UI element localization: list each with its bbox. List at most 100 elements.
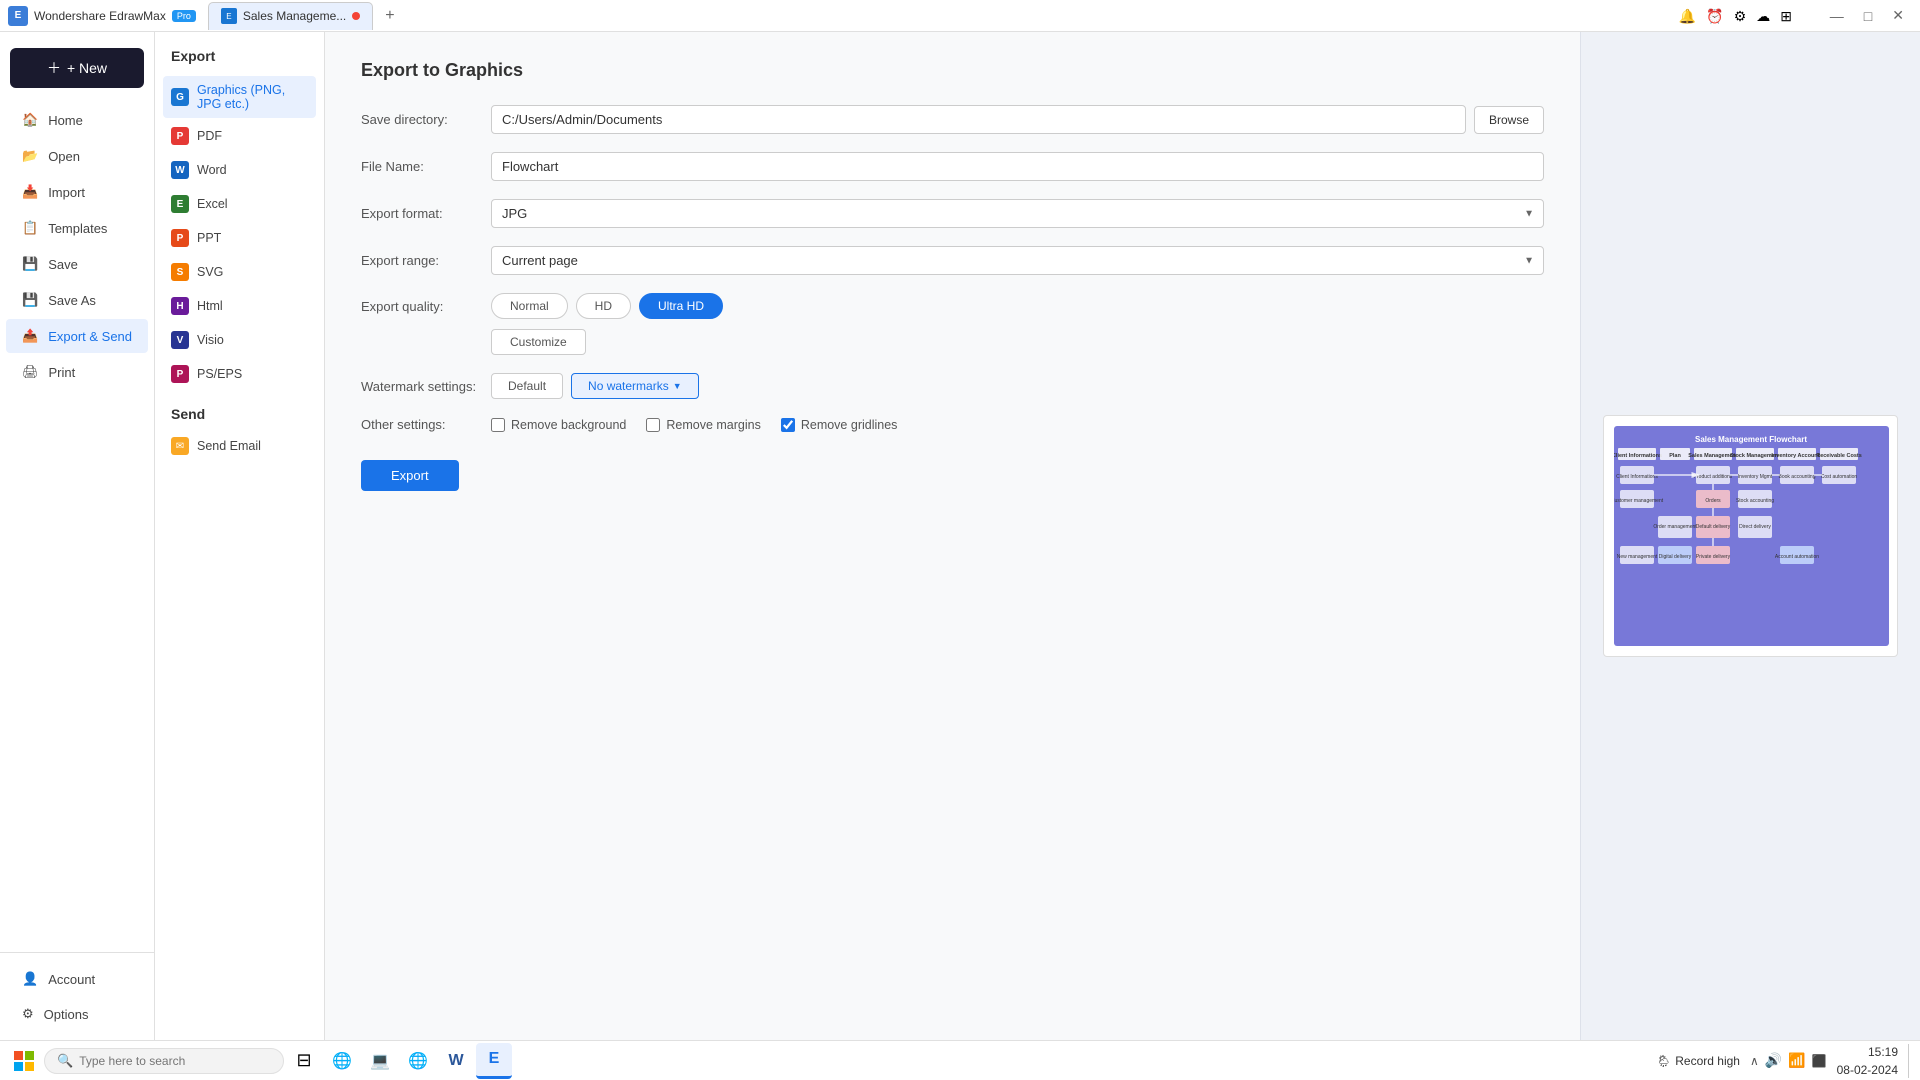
tab-dot [352, 12, 360, 20]
tray-icons: ∧ 🔊 📶 ⬛ [1750, 1052, 1827, 1069]
pro-badge: Pro [172, 10, 196, 22]
speaker-icon[interactable]: 🔊 [1765, 1052, 1782, 1069]
quality-hd-button[interactable]: HD [576, 293, 631, 319]
taskview-button[interactable]: ⊟ [286, 1043, 322, 1079]
taskbar-search[interactable]: 🔍 [44, 1048, 284, 1074]
new-button[interactable]: ＋ + New [10, 48, 144, 88]
export-format-label: Export format: [361, 206, 491, 221]
svg-text:Account automation: Account automation [1775, 554, 1819, 560]
remove-gridlines-checkbox[interactable]: Remove gridlines [781, 418, 898, 432]
export-submit-button[interactable]: Export [361, 460, 459, 491]
svg-text:Inventory Accounts: Inventory Accounts [1771, 453, 1822, 459]
export-option-visio[interactable]: V Visio [163, 324, 316, 356]
send-option-email[interactable]: ✉ Send Email [163, 430, 316, 462]
search-icon: 🔍 [57, 1053, 73, 1069]
watermark-none-button[interactable]: No watermarks ▼ [571, 373, 699, 399]
new-tab-button[interactable]: + [377, 5, 402, 27]
weather-icon: 🌦 [1656, 1054, 1671, 1068]
cloud-icon[interactable]: ☁ [1756, 8, 1770, 25]
pdf-icon: P [171, 127, 189, 145]
print-icon: 🖨 [22, 364, 39, 380]
other-settings-label: Other settings: [361, 417, 491, 432]
sidebar-item-options[interactable]: ⚙ Options [6, 997, 148, 1031]
start-button[interactable] [6, 1043, 42, 1079]
open-icon: 📂 [22, 148, 38, 164]
quality-ultrahd-button[interactable]: Ultra HD [639, 293, 723, 319]
sidebar-item-templates[interactable]: 📋 Templates [6, 211, 148, 245]
sidebar-item-save-as[interactable]: 💾 Save As [6, 283, 148, 317]
top-tray: 🔔 ⏰ ⚙ ☁ ⊞ [1671, 0, 1800, 32]
explorer-button[interactable]: 💻 [362, 1043, 398, 1079]
export-option-html[interactable]: H Html [163, 290, 316, 322]
export-format-select[interactable]: JPG PNG BMP GIF TIFF [491, 199, 1544, 228]
graphics-icon: G [171, 88, 189, 106]
chrome-button[interactable]: 🌐 [400, 1043, 436, 1079]
svg-text:Private delivery: Private delivery [1696, 554, 1731, 560]
export-option-excel[interactable]: E Excel [163, 188, 316, 220]
save-directory-input[interactable] [491, 105, 1466, 134]
edrawmax-taskbar-button[interactable]: E [476, 1043, 512, 1079]
remove-margins-checkbox[interactable]: Remove margins [646, 418, 760, 432]
export-option-svg[interactable]: S SVG [163, 256, 316, 288]
file-name-input[interactable] [491, 152, 1544, 181]
sidebar-item-home[interactable]: 🏠 Home [6, 103, 148, 137]
export-quality-label: Export quality: [361, 293, 491, 314]
weather-widget[interactable]: 🌦 Record high [1656, 1054, 1740, 1068]
sidebar-item-import[interactable]: 📥 Import [6, 175, 148, 209]
export-range-select[interactable]: Current page All pages Selected pages [491, 246, 1544, 275]
save-directory-label: Save directory: [361, 112, 491, 127]
sidebar-item-account[interactable]: 👤 Account [6, 962, 148, 996]
customize-button[interactable]: Customize [491, 329, 586, 355]
export-section-title: Export [163, 48, 316, 64]
svg-text:Cost automation: Cost automation [1821, 474, 1858, 480]
record-high-label: Record high [1675, 1054, 1740, 1068]
save-directory-row: Save directory: Browse [361, 105, 1544, 134]
sidebar-item-save[interactable]: 💾 Save [6, 247, 148, 281]
window-controls: — □ ✕ [1822, 5, 1912, 26]
maximize-button[interactable]: □ [1856, 5, 1880, 26]
watermark-default-button[interactable]: Default [491, 373, 563, 399]
minimize-button[interactable]: — [1822, 5, 1852, 26]
battery-icon[interactable]: ⬛ [1812, 1054, 1827, 1068]
tray-up-arrow[interactable]: ∧ [1750, 1054, 1759, 1068]
svg-text:Orders: Orders [1705, 498, 1721, 504]
svg-text:Receivable Costs: Receivable Costs [1816, 453, 1862, 459]
app-logo: E Wondershare EdrawMax Pro [8, 6, 196, 26]
svg-text:Product additions: Product additions [1694, 474, 1733, 480]
templates-icon: 📋 [22, 220, 38, 236]
export-option-graphics[interactable]: G Graphics (PNG, JPG etc.) [163, 76, 316, 118]
sidebar-item-open[interactable]: 📂 Open [6, 139, 148, 173]
taskbar: 🔍 ⊟ 🌐 💻 🌐 W E 🌦 Record high ∧ 🔊 📶 ⬛ 15:1… [0, 1040, 1920, 1080]
watermark-label: Watermark settings: [361, 379, 491, 394]
quality-normal-button[interactable]: Normal [491, 293, 568, 319]
email-icon: ✉ [171, 437, 189, 455]
settings-icon[interactable]: ⚙ [1734, 8, 1747, 25]
sidebar-item-print[interactable]: 🖨 Print [6, 355, 148, 389]
grid-icon[interactable]: ⊞ [1780, 8, 1792, 25]
svg-text:Client Informations: Client Informations [1614, 453, 1662, 459]
export-option-pseps[interactable]: P PS/EPS [163, 358, 316, 390]
excel-icon: E [171, 195, 189, 213]
bell-icon[interactable]: 🔔 [1679, 8, 1696, 25]
word-taskbar-button[interactable]: W [438, 1043, 474, 1079]
taskbar-right: 🌦 Record high ∧ 🔊 📶 ⬛ 15:19 08-02-2024 [1656, 1043, 1914, 1079]
remove-background-checkbox[interactable]: Remove background [491, 418, 626, 432]
clock[interactable]: 15:19 08-02-2024 [1837, 1043, 1898, 1079]
other-settings-row: Other settings: Remove background Remove… [361, 417, 1544, 432]
show-desktop-button[interactable] [1908, 1044, 1914, 1078]
network-icon[interactable]: 📶 [1788, 1052, 1805, 1069]
browse-button[interactable]: Browse [1474, 106, 1544, 134]
svg-text:Order management: Order management [1653, 524, 1697, 530]
export-option-word[interactable]: W Word [163, 154, 316, 186]
active-tab[interactable]: E Sales Manageme... [208, 2, 373, 30]
clock-time: 15:19 [1837, 1043, 1898, 1061]
search-input[interactable] [79, 1054, 259, 1068]
export-option-pdf[interactable]: P PDF [163, 120, 316, 152]
close-button[interactable]: ✕ [1884, 5, 1912, 26]
svg-text:Sales Management Flowchart: Sales Management Flowchart [1695, 435, 1807, 444]
history-icon[interactable]: ⏰ [1706, 8, 1723, 25]
svg-text:Default delivery: Default delivery [1696, 524, 1731, 530]
edge-button[interactable]: 🌐 [324, 1043, 360, 1079]
sidebar-item-export-send[interactable]: 📤 Export & Send [6, 319, 148, 353]
export-option-ppt[interactable]: P PPT [163, 222, 316, 254]
